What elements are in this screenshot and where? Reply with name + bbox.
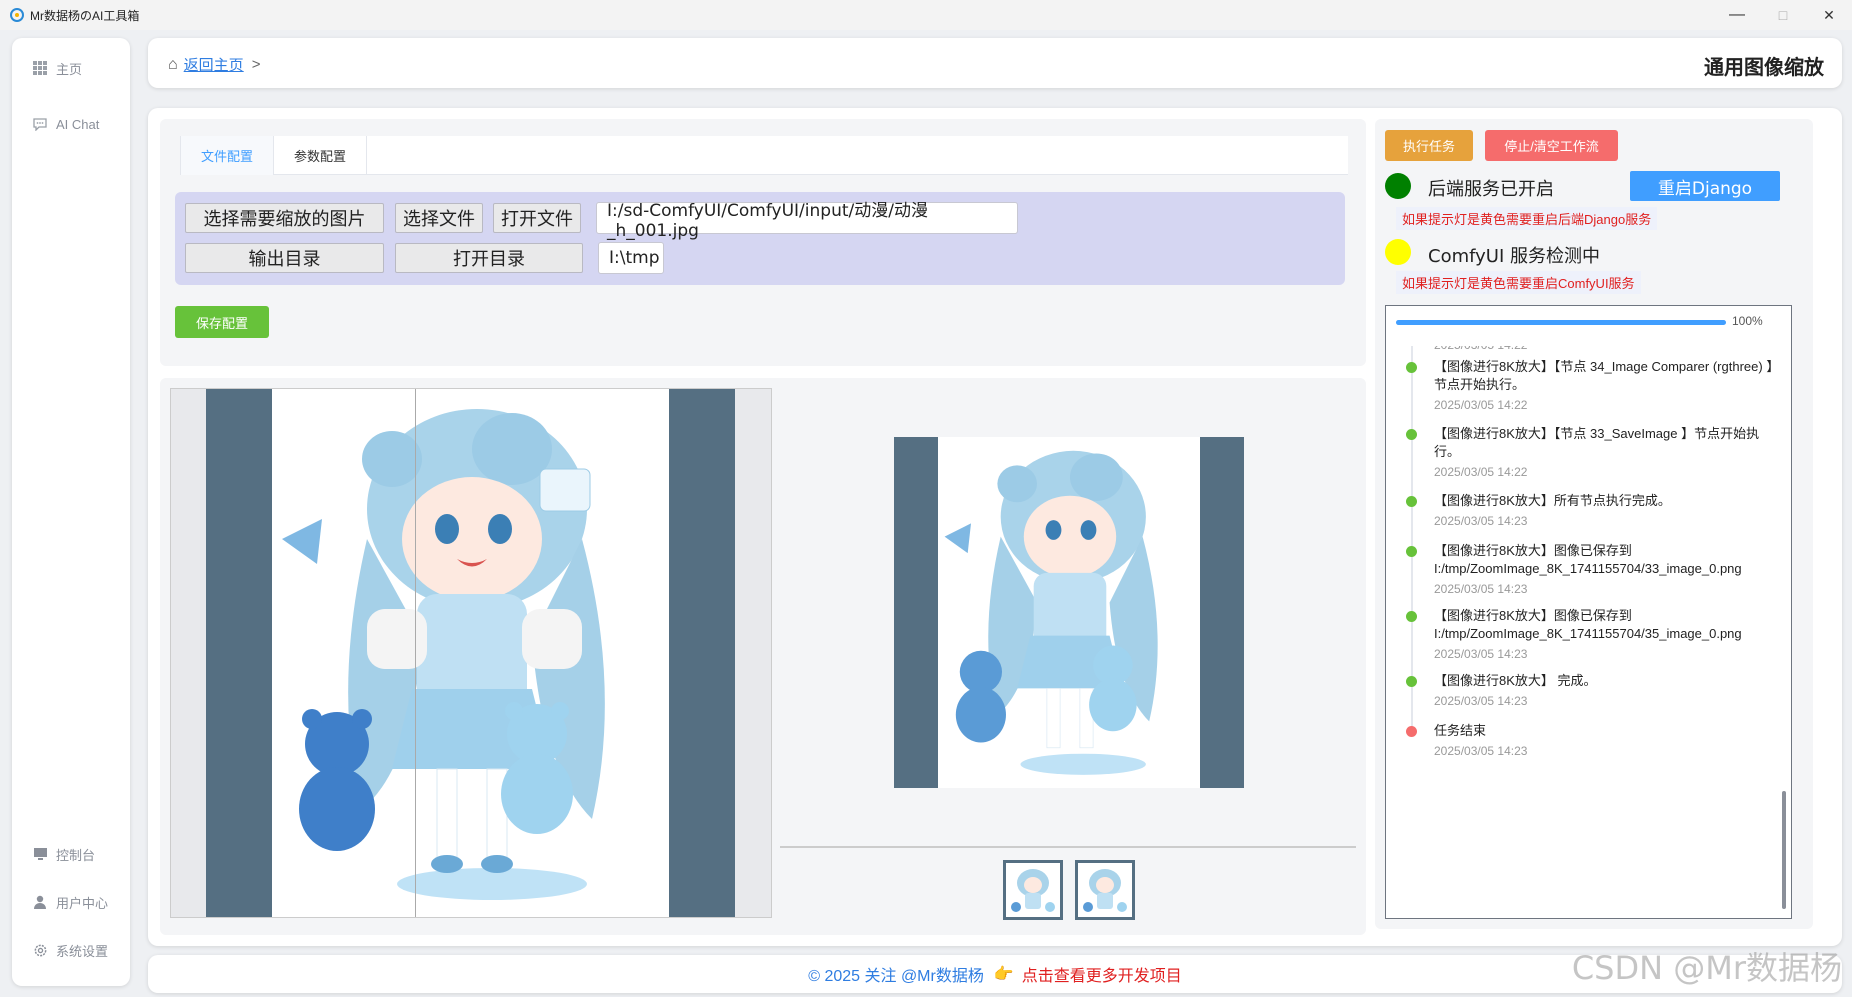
timeline-connector — [1411, 619, 1413, 684]
csdn-watermark: CSDN @Mr数据杨 — [1571, 949, 1842, 987]
log-timestamp: 2025/03/05 14:23 — [1434, 744, 1528, 758]
window-titlebar: Mr数据杨のAI工具箱 — [0, 0, 1852, 30]
progress-label: 100% — [1732, 314, 1763, 328]
log-message: 任务结束 — [1434, 723, 1487, 738]
sidebar-item-home[interactable]: 主页 — [32, 56, 82, 80]
anime-girl-illustration — [282, 409, 605, 900]
sidebar-item-console[interactable]: 控制台 — [32, 842, 95, 866]
log-timestamp: 2025/03/05 14:22 — [1434, 465, 1528, 479]
monitor-icon — [32, 846, 48, 862]
log-status-dot — [1406, 611, 1417, 622]
log-timestamp: 2025/03/05 14:23 — [1434, 514, 1528, 528]
log-timeline[interactable]: 【图像进行8K放大】【节点 26_UltimateSDUpscale 】节点开始… — [1386, 346, 1786, 916]
tab-file-config[interactable]: 文件配置 — [180, 136, 275, 175]
sidebar-item-settings[interactable]: 系统设置 — [32, 938, 108, 962]
log-status-dot — [1406, 546, 1417, 557]
backend-status-text: 后端服务已开启 — [1428, 179, 1554, 200]
chat-icon — [32, 116, 48, 132]
more-projects-link[interactable]: 点击查看更多开发项目 — [1022, 962, 1182, 986]
maximize-button[interactable]: □ — [1760, 0, 1806, 30]
tab-param-config[interactable]: 参数配置 — [274, 136, 368, 175]
home-icon: ⌂ — [168, 55, 178, 73]
log-message: 【图像进行8K放大】图像已保存到 I:/tmp/ZoomImage_8K_174… — [1434, 608, 1742, 641]
comfyui-status-light — [1385, 239, 1411, 265]
sidebar-item-label: 系统设置 — [56, 943, 109, 959]
page-title: 通用图像缩放 — [1704, 57, 1824, 79]
log-status-dot — [1406, 726, 1417, 737]
sidebar-item-label: 用户中心 — [56, 895, 109, 911]
log-message: 【图像进行8K放大】图像已保存到 I:/tmp/ZoomImage_8K_174… — [1434, 543, 1742, 576]
log-status-dot — [1406, 362, 1417, 373]
log-message: 【图像进行8K放大】所有节点执行完成。 — [1434, 493, 1671, 508]
close-button[interactable]: ✕ — [1806, 0, 1852, 30]
sidebar-item-user-center[interactable]: 用户中心 — [32, 890, 108, 914]
back-home-link[interactable]: 返回主页 — [184, 54, 244, 75]
open-file-button[interactable]: 打开文件 — [493, 203, 581, 233]
log-status-dot — [1406, 676, 1417, 687]
thumbnail-2[interactable] — [1075, 860, 1135, 920]
comfyui-hint: 如果提示灯是黄色需要重启ComfyUI服务 — [1396, 271, 1641, 294]
timeline-connector — [1411, 554, 1413, 619]
open-dir-button[interactable]: 打开目录 — [395, 243, 583, 273]
sidebar-item-ai-chat[interactable]: AI Chat — [32, 112, 99, 136]
result-preview — [894, 437, 1244, 788]
grid-icon — [32, 60, 48, 76]
sidebar-item-label: 控制台 — [56, 847, 96, 863]
sidebar-item-label: 主页 — [56, 61, 83, 77]
timeline-connector — [1411, 370, 1413, 437]
log-message: 【图像进行8K放大】【节点 33_SaveImage 】节点开始执行。 — [1434, 426, 1760, 459]
restart-django-button[interactable]: 重启Django — [1630, 171, 1780, 201]
preview-illustration — [944, 450, 1158, 775]
log-timestamp: 2025/03/05 14:22 — [1434, 398, 1528, 412]
output-path-field[interactable]: I:\tmp — [598, 242, 664, 274]
save-config-button[interactable]: 保存配置 — [175, 306, 269, 338]
log-message: 【图像进行8K放大】【节点 34_Image Comparer (rgthree… — [1434, 359, 1773, 392]
sidebar-item-label: AI Chat — [56, 116, 100, 132]
footer-copyright: © 2025 关注 @Mr数据杨 — [808, 968, 984, 985]
minimize-button[interactable]: — — [1714, 0, 1760, 30]
window-title: Mr数据杨のAI工具箱 — [30, 8, 140, 23]
log-timestamp: 2025/03/05 14:23 — [1434, 694, 1528, 708]
timeline-connector — [1411, 437, 1413, 504]
config-tabs: 文件配置 参数配置 — [180, 136, 1348, 175]
page-header: ⌂ 返回主页 > 通用图像缩放 — [148, 38, 1842, 88]
log-scrollbar[interactable] — [1782, 791, 1786, 909]
select-file-button[interactable]: 选择文件 — [395, 203, 483, 233]
thumbnail-divider — [780, 846, 1356, 848]
breadcrumb-separator: > — [251, 56, 261, 73]
pointing-hand-icon: 👉 — [993, 966, 1014, 983]
thumbnail-1[interactable] — [1003, 860, 1063, 920]
task-log: 100% 【图像进行8K放大】【节点 26_UltimateSDUpscale … — [1385, 305, 1792, 919]
breadcrumb: ⌂ 返回主页 > — [168, 54, 260, 75]
log-timestamp: 2025/03/05 14:23 — [1434, 647, 1528, 661]
output-dir-label: 输出目录 — [185, 243, 384, 273]
log-message: 【图像进行8K放大】 完成。 — [1434, 673, 1597, 688]
backend-hint: 如果提示灯是黄色需要重启后端Django服务 — [1396, 207, 1658, 230]
gear-icon — [32, 942, 48, 958]
image-comparer[interactable] — [170, 388, 772, 918]
app-icon — [10, 8, 24, 22]
backend-status-light — [1385, 173, 1411, 199]
comfyui-status-text: ComfyUI 服务检测中 — [1428, 246, 1600, 267]
log-status-dot — [1406, 496, 1417, 507]
sidebar: 主页 AI Chat 控制台 用户中心 系统设置 — [12, 38, 130, 986]
log-status-dot — [1406, 429, 1417, 440]
run-task-button[interactable]: 执行任务 — [1385, 130, 1473, 161]
select-image-label: 选择需要缩放的图片 — [185, 203, 384, 233]
progress-bar — [1396, 320, 1726, 325]
input-path-field[interactable]: I:/sd-ComfyUI/ComfyUI/input/动漫/动漫_h_001.… — [596, 201, 1018, 241]
user-icon — [32, 894, 48, 910]
stop-workflow-button[interactable]: 停止/清空工作流 — [1485, 130, 1618, 161]
log-timestamp: 2025/03/05 14:22 — [1434, 346, 1527, 352]
log-timestamp: 2025/03/05 14:23 — [1434, 582, 1528, 596]
